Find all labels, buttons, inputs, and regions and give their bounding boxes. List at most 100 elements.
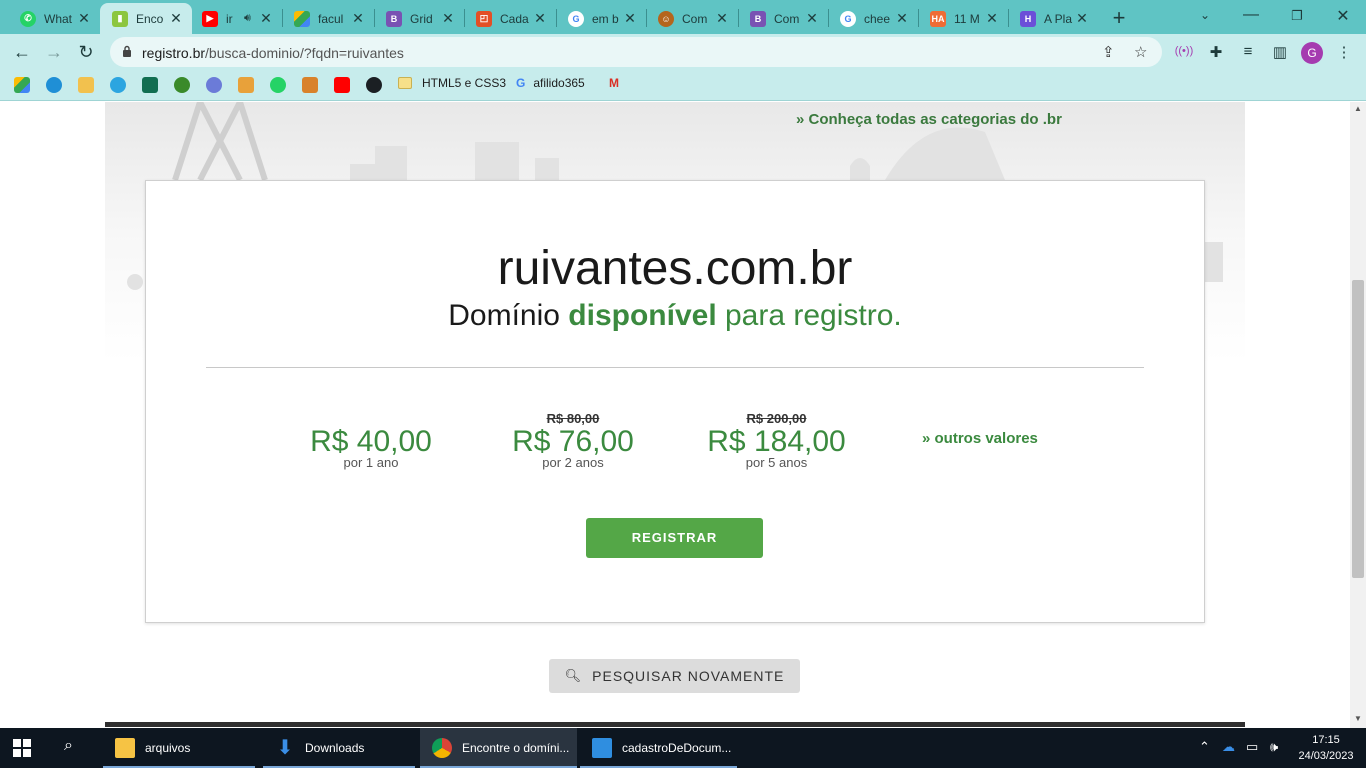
- tab-label: ir: [226, 11, 233, 26]
- volume-icon[interactable]: 🕪︎: [1270, 739, 1278, 755]
- old-price: R$ 200,00: [746, 411, 807, 426]
- bookmark-folder-html5[interactable]: HTML5 e CSS3: [398, 76, 506, 90]
- bug-icon[interactable]: [174, 77, 190, 93]
- close-icon[interactable]: ✕: [258, 10, 274, 27]
- price-value: R$ 76,00: [512, 425, 634, 458]
- new-tab-button[interactable]: +: [1109, 5, 1129, 31]
- more-menu-icon[interactable]: ⋮: [1334, 43, 1354, 61]
- close-icon[interactable]: ✕: [76, 10, 92, 27]
- close-icon[interactable]: ✕: [168, 10, 184, 27]
- status-prefix: Domínio: [448, 299, 560, 332]
- cloud-sync-icon[interactable]: ☁: [1222, 739, 1235, 755]
- side-panel-icon[interactable]: ▥: [1270, 43, 1290, 61]
- tab-label: 11 M: [954, 11, 980, 26]
- telegram-icon[interactable]: [110, 77, 126, 93]
- youtube-icon: ▶: [202, 10, 218, 27]
- register-button[interactable]: REGISTRAR: [586, 518, 763, 558]
- tab-google-chee[interactable]: G chee ✕: [828, 3, 918, 34]
- windows-start-icon[interactable]: [13, 739, 31, 757]
- taskbar-app-label: arquivos: [145, 741, 191, 755]
- status-suffix: para registro.: [725, 299, 902, 332]
- media-queue-icon[interactable]: ≡: [1238, 43, 1258, 60]
- search-icon: 🔍︎: [564, 668, 583, 683]
- taskbar-app-label: Encontre o domíni...: [462, 741, 570, 755]
- download-icon: ⬇: [276, 737, 294, 759]
- close-icon[interactable]: ✕: [350, 10, 366, 27]
- close-icon[interactable]: ✕: [804, 10, 820, 27]
- windows-taskbar: ⌕ arquivos ⬇ Downloads Encontre o domíni…: [0, 728, 1366, 768]
- google-icon: G: [840, 10, 856, 27]
- page-scrollbar[interactable]: ▲ ▼: [1350, 102, 1366, 728]
- taskbar-app-downloads[interactable]: ⬇ Downloads: [263, 728, 415, 768]
- tab-label: Cada: [500, 11, 529, 26]
- categories-link[interactable]: » Conheça todas as categorias do .br: [796, 111, 1062, 128]
- bookmark-google-afilido[interactable]: G afilido365: [516, 76, 585, 90]
- tab-youtube[interactable]: ▶ ir 🔊︎ ✕: [190, 3, 282, 34]
- whatsapp-icon: ✆: [20, 10, 36, 27]
- scroll-thumb[interactable]: [1352, 280, 1364, 578]
- scroll-up-arrow-icon[interactable]: ▲: [1350, 104, 1366, 113]
- other-values-link[interactable]: » outros valores: [922, 430, 1038, 447]
- taskbar-app-arquivos[interactable]: arquivos: [103, 728, 255, 768]
- taskbar-app-vscode[interactable]: cadastroDeDocum...: [580, 728, 737, 768]
- system-clock[interactable]: 17:15 24/03/2023: [1296, 732, 1356, 764]
- back-arrow-icon[interactable]: ←: [11, 41, 33, 63]
- tab-search-chevron-icon[interactable]: ⌄: [1195, 8, 1215, 22]
- tab-google-em-b[interactable]: G em b ✕: [556, 3, 646, 34]
- bet365-icon[interactable]: [142, 77, 158, 93]
- rocket-icon[interactable]: [78, 77, 94, 93]
- old-price: R$ 80,00: [546, 411, 600, 426]
- bookmark-label: HTML5 e CSS3: [422, 76, 507, 90]
- tab-a-pla[interactable]: H A Pla ✕: [1008, 3, 1098, 34]
- extensions-puzzle-icon[interactable]: ✚: [1206, 43, 1226, 61]
- folder-icon: [115, 738, 135, 758]
- gmail-icon[interactable]: M: [609, 76, 619, 90]
- close-icon[interactable]: ✕: [532, 10, 548, 27]
- url-path: /busca-dominio/?fqdn=ruivantes: [205, 45, 404, 61]
- close-icon[interactable]: ✕: [622, 10, 638, 27]
- tab-label: Com: [774, 11, 800, 26]
- minimize-icon[interactable]: —: [1241, 6, 1261, 24]
- bookmark-star-icon[interactable]: ☆: [1134, 43, 1147, 61]
- tab-drive[interactable]: facul ✕: [282, 3, 374, 34]
- close-icon[interactable]: ✕: [440, 10, 456, 27]
- search-again-button[interactable]: 🔍︎ PESQUISAR NOVAMENTE: [549, 659, 800, 693]
- share-icon[interactable]: ⇪: [1102, 43, 1115, 61]
- speaker-icon[interactable]: 🔊︎: [244, 12, 251, 25]
- extension-radio-icon[interactable]: ((•)): [1174, 45, 1194, 57]
- forward-arrow-icon[interactable]: →: [43, 41, 65, 63]
- moodle-icon[interactable]: [238, 77, 254, 93]
- vscode-icon: [592, 738, 612, 758]
- tab-whatsapp[interactable]: ✆ What ✕: [8, 3, 100, 34]
- restore-icon[interactable]: ❐: [1287, 8, 1307, 24]
- reload-icon[interactable]: ↻: [75, 41, 97, 63]
- tab-cadastro[interactable]: ◰ Cada ✕: [464, 3, 556, 34]
- close-icon[interactable]: ✕: [984, 10, 1000, 27]
- search-icon[interactable]: ⌕: [64, 737, 73, 755]
- youtube-icon[interactable]: [334, 77, 350, 93]
- scroll-down-arrow-icon[interactable]: ▼: [1350, 714, 1366, 723]
- grid-app-icon[interactable]: [302, 77, 318, 93]
- close-icon[interactable]: ✕: [1074, 10, 1090, 27]
- tab-bootstrap-grid[interactable]: B Grid ✕: [374, 3, 464, 34]
- whatsapp-icon[interactable]: [270, 77, 286, 93]
- tab-registro-active[interactable]: ▮ Enco ✕: [100, 3, 192, 34]
- network-icon[interactable]: ▭: [1246, 739, 1258, 755]
- github-icon[interactable]: [366, 77, 382, 93]
- profile-avatar[interactable]: G: [1301, 42, 1323, 64]
- close-icon[interactable]: ✕: [714, 10, 730, 27]
- google-drive-icon[interactable]: [14, 77, 30, 93]
- tab-ha[interactable]: HA 11 M ✕: [918, 3, 1008, 34]
- tab-com-bootstrap[interactable]: B Com ✕: [738, 3, 828, 34]
- taskbar-app-label: Downloads: [305, 741, 365, 755]
- swirl-icon[interactable]: [206, 77, 222, 93]
- close-icon[interactable]: ✕: [894, 10, 910, 27]
- close-window-icon[interactable]: ✕: [1333, 6, 1353, 26]
- show-hidden-icons-chevron-icon[interactable]: ⌃: [1199, 739, 1210, 755]
- tab-label: chee: [864, 11, 891, 26]
- address-bar[interactable]: registro.br/busca-dominio/?fqdn=ruivante…: [110, 37, 1162, 67]
- taskbar-app-chrome[interactable]: Encontre o domíni...: [420, 728, 577, 768]
- search-again-label: PESQUISAR NOVAMENTE: [592, 668, 785, 684]
- tab-com-avatar[interactable]: ☺ Com ✕: [646, 3, 738, 34]
- droplet-icon[interactable]: [46, 77, 62, 93]
